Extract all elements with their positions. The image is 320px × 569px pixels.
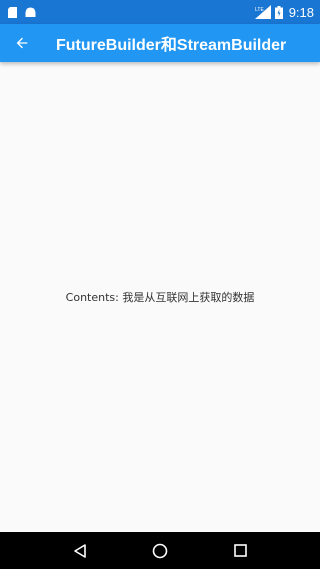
nav-home-button[interactable]	[140, 533, 180, 569]
status-bar-left	[8, 6, 36, 18]
system-nav-bar	[0, 532, 320, 569]
recents-square-icon	[233, 544, 247, 557]
home-circle-icon	[152, 543, 168, 559]
app-screen: LTE 9:18 FutureBuilder和StreamBuilder Con…	[0, 0, 320, 569]
nav-back-button[interactable]	[60, 533, 100, 569]
status-bar-right: LTE 9:18	[254, 4, 314, 20]
nav-recents-button[interactable]	[220, 533, 260, 569]
main-content: Contents: 我是从互联网上获取的数据	[0, 62, 320, 532]
android-icon	[25, 7, 36, 17]
svg-text:LTE: LTE	[255, 7, 264, 13]
lte-signal-icon: LTE	[254, 5, 271, 19]
sim-card-icon	[8, 6, 17, 18]
battery-icon	[274, 5, 283, 19]
app-bar: FutureBuilder和StreamBuilder	[0, 24, 320, 62]
status-bar: LTE 9:18	[0, 0, 320, 24]
back-triangle-icon	[73, 543, 87, 558]
content-text: Contents: 我是从互联网上获取的数据	[65, 291, 255, 304]
arrow-back-icon	[14, 35, 30, 51]
back-button[interactable]	[4, 24, 40, 62]
status-time: 9:18	[288, 4, 314, 20]
page-title: FutureBuilder和StreamBuilder	[56, 37, 287, 54]
